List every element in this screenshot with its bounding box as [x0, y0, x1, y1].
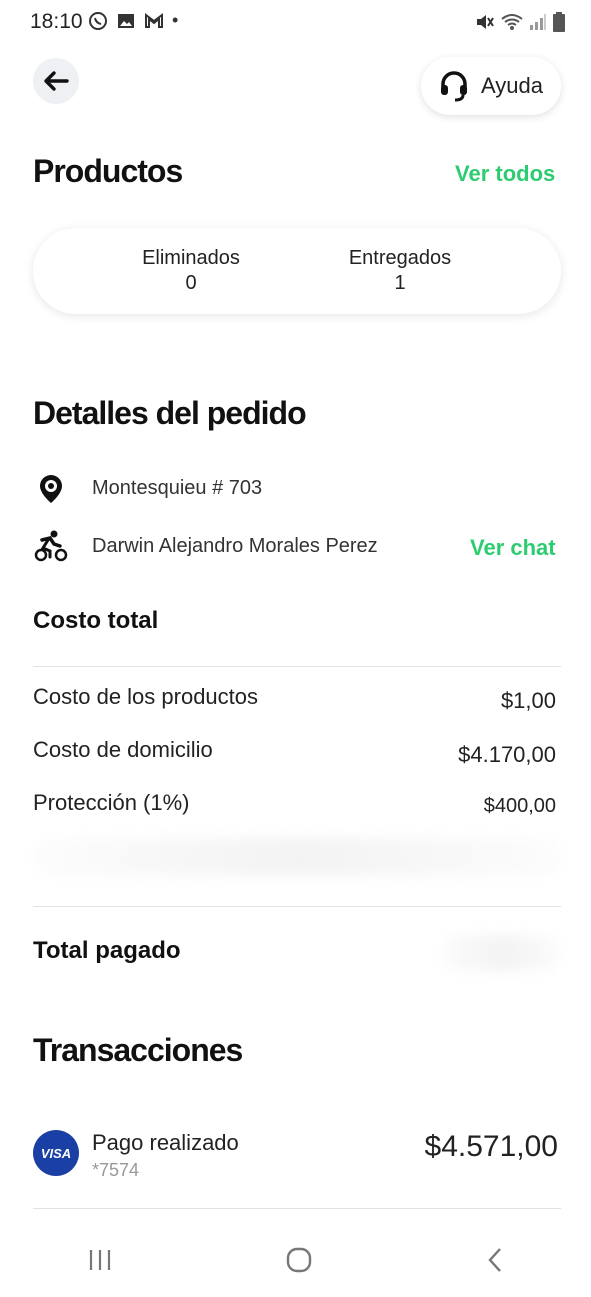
total-paid-placeholder	[440, 935, 562, 971]
transaction-card: *7574	[92, 1160, 140, 1180]
cyclist-icon	[34, 530, 68, 562]
divider	[33, 1208, 561, 1209]
help-button[interactable]: Ayuda	[421, 57, 561, 115]
status-notification-icons: •	[88, 10, 178, 31]
loading-placeholder	[33, 838, 563, 876]
visa-icon: VISA	[33, 1130, 79, 1176]
divider	[33, 666, 561, 667]
removed-value: 0	[185, 272, 197, 294]
back-chevron-icon[interactable]	[485, 1247, 505, 1273]
delivery-cost-value: $4.170,00	[458, 742, 556, 767]
divider	[33, 906, 561, 907]
location-pin-icon	[40, 475, 62, 503]
transaction-title: Pago realizado	[92, 1130, 239, 1155]
see-all-link[interactable]: Ver todos	[455, 161, 555, 187]
arrow-left-icon	[44, 71, 69, 91]
help-label: Ayuda	[481, 73, 543, 98]
mute-icon	[477, 15, 494, 29]
protection-label: Protección (1%)	[33, 790, 190, 815]
cost-total-title: Costo total	[33, 607, 159, 634]
status-system-icons	[475, 12, 565, 32]
view-chat-link[interactable]: Ver chat	[470, 535, 556, 561]
signal-icon	[530, 14, 546, 30]
delivered-value: 1	[394, 272, 406, 294]
total-paid-label: Total pagado	[33, 937, 181, 964]
delivered-label: Entregados	[348, 247, 452, 269]
headset-icon	[441, 71, 467, 102]
delivery-cost-label: Costo de domicilio	[33, 737, 213, 762]
products-title: Productos	[33, 153, 183, 189]
removed-stat: Eliminados 0	[131, 246, 251, 296]
whatsapp-icon	[89, 11, 107, 30]
gmail-icon	[145, 12, 163, 28]
status-time: 18:10	[30, 10, 83, 33]
products-summary-card: Eliminados 0 Entregados 1	[33, 228, 561, 314]
wifi-icon	[501, 14, 523, 30]
status-dot: •	[172, 10, 179, 30]
system-navigation-bar	[0, 1222, 591, 1297]
products-cost-value: $1,00	[500, 688, 556, 713]
back-button[interactable]	[33, 58, 79, 104]
transactions-title: Transacciones	[33, 1032, 243, 1068]
products-cost-label: Costo de los productos	[33, 684, 259, 709]
home-icon[interactable]	[286, 1247, 312, 1273]
transaction-amount: $4.571,00	[424, 1130, 558, 1163]
delivery-address: Montesquieu # 703	[92, 477, 263, 499]
delivered-stat: Entregados 1	[335, 246, 465, 296]
gallery-icon	[118, 13, 134, 28]
recent-apps-icon[interactable]	[87, 1248, 113, 1272]
removed-label: Eliminados	[142, 247, 240, 269]
protection-value: $400,00	[483, 795, 556, 817]
battery-icon	[553, 12, 565, 32]
order-details-title: Detalles del pedido	[33, 395, 307, 431]
courier-name: Darwin Alejandro Morales Perez	[92, 535, 378, 557]
